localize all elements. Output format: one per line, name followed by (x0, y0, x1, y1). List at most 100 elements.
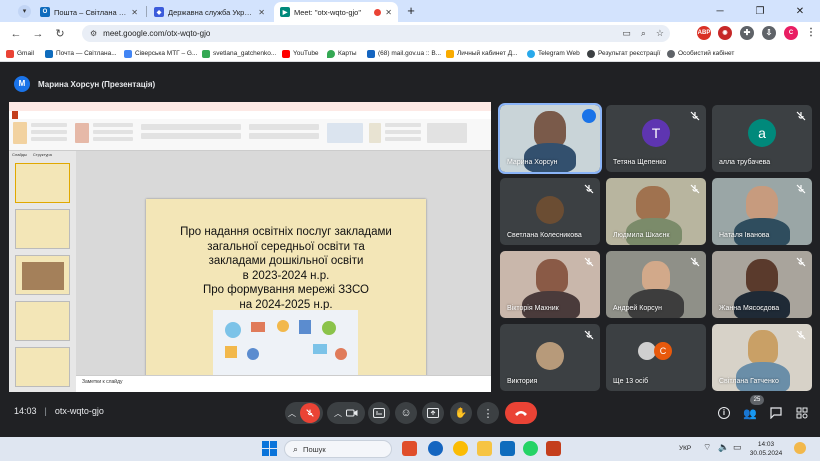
volume-icon[interactable]: 🔈 (718, 442, 730, 454)
bookmark-mail[interactable]: Почта — Світлана... (45, 48, 117, 59)
ribbon-item (385, 123, 421, 127)
bookmark-siverska[interactable]: Сіверська МТГ – G... (124, 48, 197, 59)
google-icon (124, 49, 132, 58)
mic-off-icon[interactable] (300, 403, 320, 423)
chevron-up-icon[interactable]: ︿ (288, 408, 296, 419)
font-box (141, 124, 241, 130)
whatsapp-icon[interactable] (523, 441, 538, 456)
participant-name: Вікторія Махник (507, 305, 559, 312)
tab-search-button[interactable]: ▾ (18, 5, 31, 18)
more-options-button[interactable]: ⋮ (477, 402, 499, 424)
slides-pane: Слайды Структура (9, 151, 76, 392)
tab-meet[interactable]: ▶ Meet: "otx-wqto-gjo" ✕ (274, 2, 398, 22)
extension-icon[interactable]: ◉ (718, 26, 732, 40)
more-participants-tile[interactable]: С Ще 13 осіб (606, 324, 706, 391)
tab-government-service[interactable]: ◆ Державна служба України з пи ✕ (148, 2, 271, 22)
present-button[interactable] (422, 402, 444, 424)
close-icon[interactable]: ✕ (385, 8, 392, 17)
slide-line: загальної середньої освіти та (207, 240, 365, 253)
taskbar-app-icon[interactable] (428, 441, 443, 456)
close-icon[interactable]: ✕ (131, 8, 138, 17)
participant-tile[interactable]: Андрей Корсун (606, 251, 706, 318)
taskbar-clock[interactable]: 14:03 30.05.2024 (748, 440, 784, 458)
bookmark-label: (68) mail.gov.ua :: B... (378, 50, 442, 57)
bookmark-gmail[interactable]: Gmail (6, 48, 34, 59)
reload-icon[interactable]: ↻ (52, 26, 68, 42)
participant-tile[interactable]: Вікторія Махник (500, 251, 600, 318)
notification-icon[interactable] (794, 442, 806, 454)
taskbar-app-icon[interactable] (402, 441, 417, 456)
present-screen-icon (427, 408, 439, 418)
telegram-icon (527, 49, 535, 58)
shared-screen[interactable]: Слайды Структура Про надання освітніх по… (9, 102, 491, 392)
taskbar-search[interactable]: ⌕ Пошук (284, 440, 392, 458)
minimize-icon[interactable]: ─ (700, 0, 740, 22)
zoom-icon[interactable]: ⌕ (641, 28, 646, 39)
mic-off-icon (690, 111, 700, 121)
people-icon: 👥 (743, 407, 757, 420)
participant-tile[interactable]: Виктория (500, 324, 600, 391)
reactions-button[interactable]: ☺ (395, 402, 417, 424)
chrome-icon[interactable] (453, 441, 468, 456)
bookmark-registration[interactable]: Результат реєстрації (587, 48, 660, 59)
microphone-toggle[interactable]: ︿ (285, 402, 323, 424)
participant-tile[interactable]: Наталя Іванова (712, 178, 812, 245)
participant-tile[interactable]: Т Тетяна Щепенко (606, 105, 706, 172)
participant-tile[interactable]: Жанна Мясоєдова (712, 251, 812, 318)
bookmark-star-icon[interactable]: ☆ (656, 28, 664, 39)
bookmark-maps[interactable]: Карты (327, 48, 357, 59)
downloads-icon[interactable]: ⇩ (762, 26, 776, 40)
wifi-icon[interactable]: ⌔ (703, 442, 715, 454)
bookmark-svetlana[interactable]: svetlana_gatchenko... (202, 48, 276, 59)
participant-name: Андрей Корсун (613, 305, 662, 312)
start-button[interactable] (262, 441, 277, 456)
activities-button[interactable] (794, 405, 810, 421)
site-settings-icon[interactable]: ⚙ (90, 29, 97, 38)
raise-hand-button[interactable]: ✋ (450, 402, 472, 424)
bookmark-telegram[interactable]: Telegram Web (527, 48, 580, 59)
language-indicator[interactable]: УКР (679, 445, 691, 452)
close-icon[interactable]: ✕ (258, 8, 265, 17)
participant-tile[interactable]: Людмила Шкаєнк (606, 178, 706, 245)
profile-avatar[interactable]: С (784, 26, 798, 40)
youtube-icon (282, 49, 290, 58)
outline-tab: Структура (32, 152, 52, 157)
chevron-up-icon[interactable]: ︿ (334, 408, 342, 419)
participant-avatar (536, 342, 564, 370)
captions-button[interactable] (368, 402, 390, 424)
ribbon-item (31, 123, 67, 127)
camera-toggle[interactable]: ︿ (327, 402, 365, 424)
participant-tile[interactable]: а алла трубачева (712, 105, 812, 172)
bookmark-youtube[interactable]: YouTube (282, 48, 319, 59)
bookmark-label: Gmail (17, 50, 34, 57)
powerpoint-icon[interactable] (546, 441, 561, 456)
forward-icon[interactable]: → (30, 26, 46, 42)
new-tab-button[interactable]: + (403, 3, 419, 19)
address-bar[interactable]: ⚙ meet.google.com/otx-wqto-gjo ▭ ⌕ ☆ (82, 25, 670, 42)
participant-tile[interactable]: Светлана Колесникова (500, 178, 600, 245)
address-text: meet.google.com/otx-wqto-gjo (103, 29, 211, 38)
close-window-icon[interactable]: ✕ (780, 0, 820, 22)
tab-outlook[interactable]: O Пошта – Світлана Гатченко – Ou ✕ (34, 2, 144, 22)
cast-icon[interactable]: ▭ (622, 28, 631, 39)
meeting-details-button[interactable]: i (716, 405, 732, 421)
leave-call-button[interactable] (505, 402, 537, 424)
file-explorer-icon[interactable] (477, 441, 492, 456)
participant-tile[interactable]: Марина Хорсун (498, 103, 602, 174)
menu-dots-icon[interactable]: ⋮ (804, 26, 818, 40)
bookmark-personal-cabinet[interactable]: Особистий кабінет (667, 48, 734, 59)
adblock-icon[interactable]: ABP (697, 26, 711, 40)
bookmark-label: Особистий кабінет (678, 50, 735, 57)
bookmark-cabinet[interactable]: Личный кабинет Д... (446, 48, 518, 59)
outlook-taskbar-icon[interactable] (500, 441, 515, 456)
participant-tile[interactable]: Світлана Гатченко (712, 324, 812, 391)
bookmark-mail-gov[interactable]: (68) mail.gov.ua :: B... (367, 48, 441, 59)
battery-icon[interactable]: ▭ (733, 442, 745, 454)
extensions-puzzle-icon[interactable]: ✚ (740, 26, 754, 40)
chat-button[interactable] (768, 405, 784, 421)
back-icon[interactable]: ← (8, 26, 24, 42)
maximize-icon[interactable]: ❐ (740, 0, 780, 22)
camera-icon[interactable] (346, 408, 358, 418)
chat-icon (770, 407, 782, 419)
people-button[interactable]: 👥 (742, 405, 758, 421)
